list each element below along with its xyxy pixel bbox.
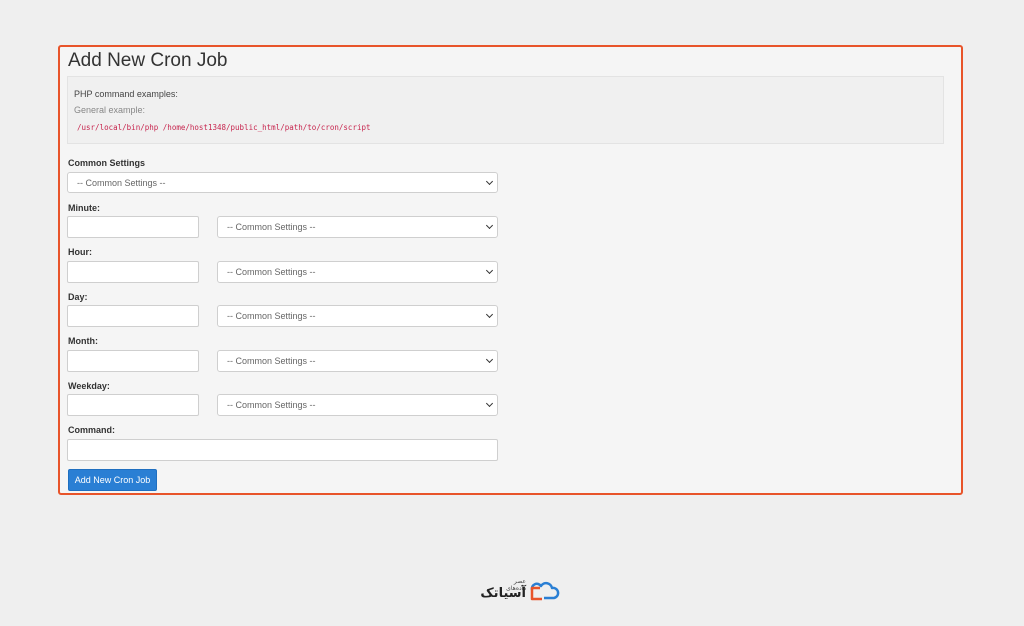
day-label: Day: [68,292,88,302]
day-select[interactable]: -- Common Settings -- [217,305,498,327]
month-select-value: -- Common Settings -- [227,356,316,366]
command-label: Command: [68,425,115,435]
watermark-logo: عصر دادەهای آسیاتک [460,578,564,604]
chevron-down-icon [485,177,494,185]
hour-label: Hour: [68,247,92,257]
hour-select-value: -- Common Settings -- [227,267,316,277]
day-input[interactable] [67,305,199,327]
cloud-logo-icon [530,581,560,601]
hour-input[interactable] [67,261,199,283]
add-cron-job-panel: Add New Cron Job PHP command examples: G… [58,45,963,495]
logo-brand-text: آسیاتک [480,585,526,600]
php-examples-box: PHP command examples: General example: /… [67,76,944,144]
hour-select[interactable]: -- Common Settings -- [217,261,498,283]
chevron-down-icon [485,399,494,408]
example-command-code: /usr/local/bin/php /home/host1348/public… [77,123,371,132]
common-settings-select[interactable]: -- Common Settings -- [67,172,498,193]
weekday-select-value: -- Common Settings -- [227,400,316,410]
common-settings-select-value: -- Common Settings -- [77,177,166,188]
page-title: Add New Cron Job [68,50,228,71]
month-label: Month: [68,336,98,346]
minute-select-value: -- Common Settings -- [227,222,316,232]
chevron-down-icon [485,355,494,364]
chevron-down-icon [485,266,494,275]
command-input[interactable] [67,439,498,461]
minute-select[interactable]: -- Common Settings -- [217,216,498,238]
examples-heading: PHP command examples: [74,89,178,99]
general-example-label: General example: [74,105,146,115]
common-settings-label: Common Settings [68,158,146,168]
minute-input[interactable] [67,216,199,238]
weekday-input[interactable] [67,394,199,416]
chevron-down-icon [485,310,494,319]
weekday-label: Weekday: [68,381,110,391]
month-input[interactable] [67,350,199,372]
day-select-value: -- Common Settings -- [227,311,316,321]
weekday-select[interactable]: -- Common Settings -- [217,394,498,416]
minute-label: Minute: [68,203,100,213]
chevron-down-icon [485,221,494,230]
month-select[interactable]: -- Common Settings -- [217,350,498,372]
add-new-cron-job-button[interactable]: Add New Cron Job [68,469,157,491]
